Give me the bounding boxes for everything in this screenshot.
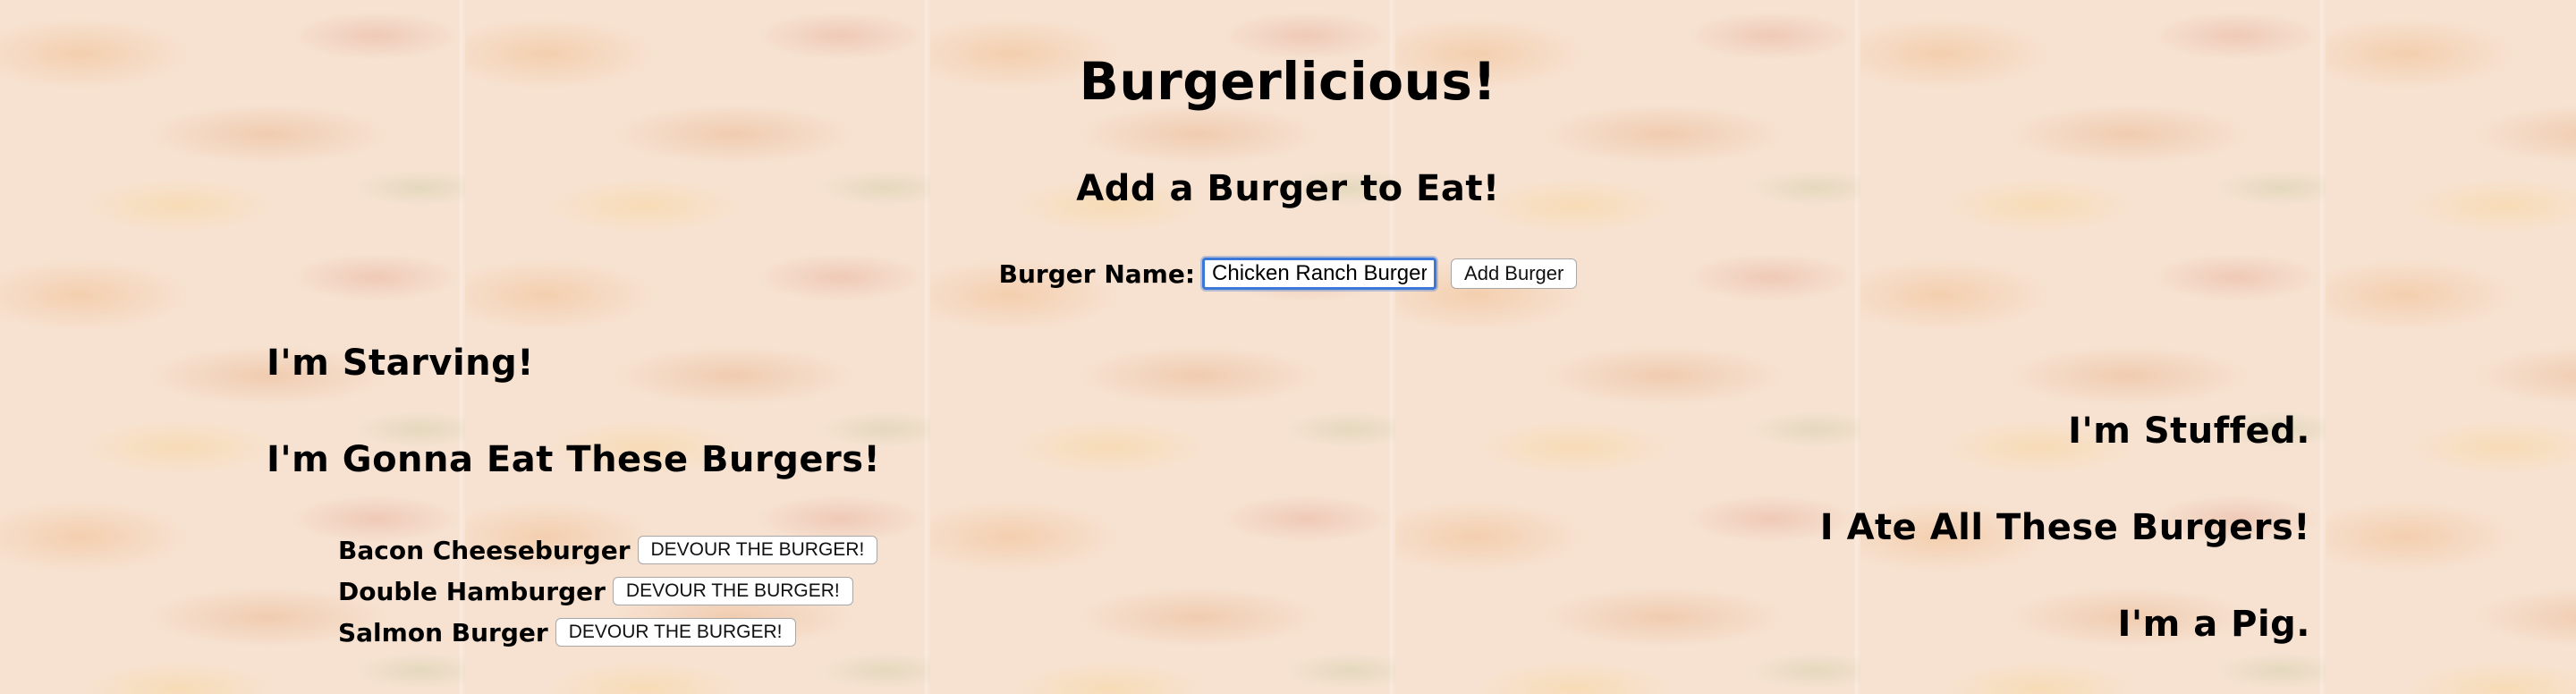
burger-name: Double Hamburger (338, 576, 606, 606)
eaten-section: I'm Stuffed. I Ate All These Burgers! I'… (1820, 406, 2310, 649)
burger-name-label: Burger Name: (998, 258, 1196, 289)
devour-button[interactable]: DEVOUR THE BURGER! (555, 618, 796, 647)
list-item: Double Hamburger DEVOUR THE BURGER! (338, 571, 877, 612)
eaten-subheading: I Ate All These Burgers! (1819, 507, 2310, 548)
eaten-heading: I'm Stuffed. (2068, 410, 2310, 452)
uneaten-burger-list: Bacon Cheeseburger DEVOUR THE BURGER! Do… (338, 529, 878, 653)
uneaten-section: I'm Starving! I'm Gonna Eat These Burger… (267, 338, 880, 485)
uneaten-subheading: I'm Gonna Eat These Burgers! (267, 439, 881, 480)
list-item: Bacon Cheeseburger DEVOUR THE BURGER! (338, 529, 878, 571)
burger-name: Salmon Burger (338, 617, 548, 647)
eaten-footer-text: I'm a Pig. (2117, 604, 2310, 645)
list-item: Salmon Burger DEVOUR THE BURGER! (338, 612, 877, 653)
add-burger-heading: Add a Burger to Eat! (1076, 168, 1500, 209)
page-title: Burgerlicious! (1079, 51, 1497, 112)
add-burger-form: Burger Name: Add Burger (0, 256, 2576, 292)
devour-button[interactable]: DEVOUR THE BURGER! (612, 577, 853, 605)
add-burger-button[interactable]: Add Burger (1451, 258, 1578, 289)
uneaten-heading: I'm Starving! (267, 343, 535, 384)
devour-button[interactable]: DEVOUR THE BURGER! (637, 536, 878, 564)
burger-name-input[interactable] (1200, 256, 1439, 292)
burger-name: Bacon Cheeseburger (338, 535, 631, 565)
